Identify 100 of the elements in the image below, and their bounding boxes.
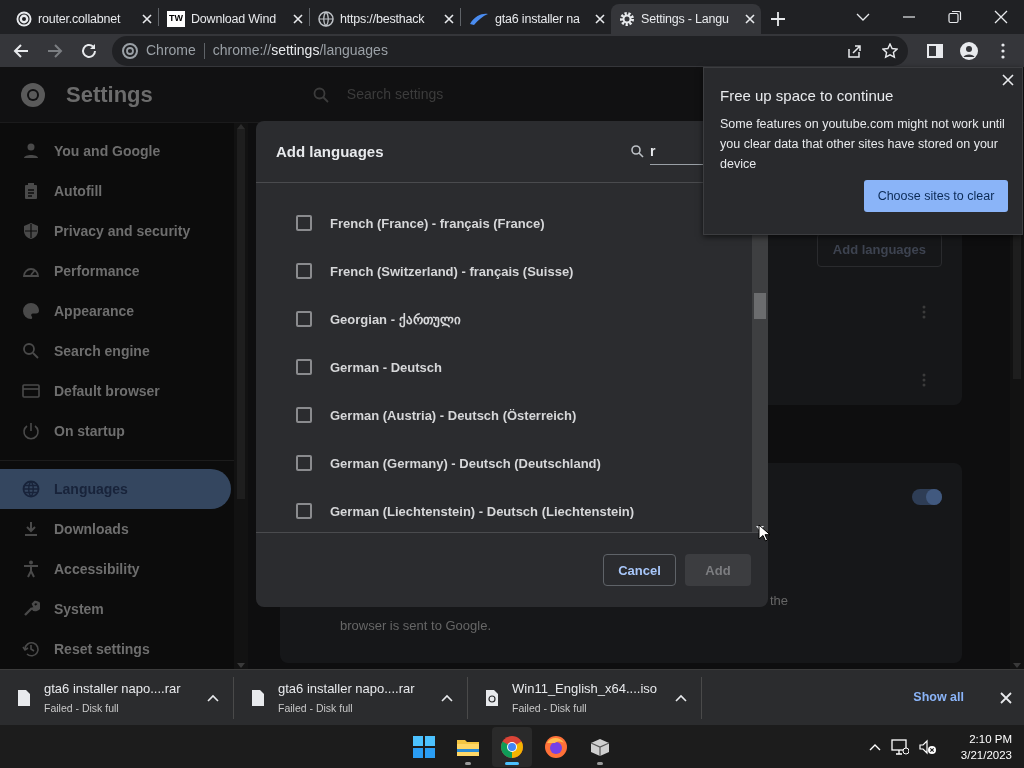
download-icon	[22, 520, 40, 539]
mouse-cursor-icon	[758, 524, 770, 543]
speaker-muted-icon[interactable]	[918, 738, 937, 755]
close-icon[interactable]	[293, 14, 303, 24]
close-icon[interactable]	[1000, 691, 1012, 704]
download-item[interactable]: gta6 installer napo....rar Failed - Disk full	[234, 676, 468, 719]
scrollbar[interactable]	[234, 123, 248, 670]
close-icon[interactable]	[1002, 74, 1014, 87]
browser-window-icon	[22, 382, 40, 401]
globe-icon	[22, 480, 40, 499]
forward-arrow-icon[interactable]	[46, 41, 64, 60]
show-all-link[interactable]: Show all	[907, 687, 970, 709]
chevron-up-icon[interactable]	[675, 693, 687, 702]
language-label[interactable]: French (Switzerland) - français (Suisse)	[330, 261, 574, 282]
download-status: Failed - Disk full	[44, 701, 120, 717]
windows-logo-icon	[412, 734, 436, 759]
popup-title: Free up space to continue	[720, 86, 895, 107]
popup-message: Some features on youtube.com might not work until you clear data that other sites have stored on your device	[720, 115, 1006, 173]
close-icon[interactable]	[745, 14, 755, 24]
share-icon[interactable]	[846, 42, 862, 59]
chevron-up-icon[interactable]	[207, 693, 219, 702]
power-icon	[22, 422, 40, 441]
toggle-switch[interactable]	[912, 489, 942, 506]
restore-icon[interactable]	[948, 10, 962, 24]
person-icon	[22, 142, 40, 161]
network-monitor-icon[interactable]	[890, 738, 909, 755]
sidebar-item[interactable]: Reset settings	[0, 629, 231, 670]
profile-icon[interactable]	[960, 41, 978, 60]
checkbox[interactable]	[296, 311, 312, 328]
sidebar-item[interactable]: On startup	[0, 411, 231, 452]
close-icon[interactable]	[994, 10, 1008, 24]
sidebar-item[interactable]: Accessibility	[0, 549, 231, 590]
sidebar-item[interactable]: Default browser	[0, 371, 231, 412]
sidebar-item[interactable]: You and Google	[0, 131, 231, 172]
radio-waves-icon	[16, 11, 32, 27]
scrollbar-thumb[interactable]	[237, 129, 245, 500]
site-logo: TW	[167, 11, 185, 27]
star-icon[interactable]	[882, 42, 898, 59]
clock-time[interactable]: 2:10 PM	[969, 730, 1012, 747]
download-status: Failed - Disk full	[278, 701, 354, 717]
checkbox[interactable]	[296, 455, 312, 472]
url-text: chrome://settings/languages	[212, 41, 388, 61]
download-item[interactable]: gta6 installer napo....rar Failed - Disk full	[0, 676, 234, 719]
scrollbar-thumb[interactable]	[754, 293, 766, 320]
sidebar-item[interactable]: System	[0, 589, 231, 630]
browser-tab[interactable]: https://besthack	[310, 4, 460, 34]
language-label[interactable]: German - Deutsch	[330, 357, 442, 378]
globe-icon	[318, 11, 334, 27]
language-label[interactable]: German (Austria) - Deutsch (Österreich)	[330, 405, 577, 426]
accessibility-icon	[22, 560, 40, 579]
file-name: gta6 installer napo....rar	[278, 679, 416, 698]
sidebar-item[interactable]: Privacy and security	[0, 211, 231, 252]
dialog-title: Add languages	[276, 141, 384, 162]
sidebar-item[interactable]: Performance	[0, 251, 231, 292]
file-icon	[252, 689, 264, 706]
chevron-up-icon[interactable]	[441, 693, 453, 702]
checkbox[interactable]	[296, 407, 312, 424]
file-name: gta6 installer napo....rar	[44, 679, 182, 698]
shield-icon	[22, 222, 40, 241]
taskbar-app[interactable]	[492, 726, 532, 767]
checkbox[interactable]	[296, 503, 312, 520]
browser-tab[interactable]: gta6 installer na	[461, 4, 611, 34]
download-status: Failed - Disk full	[512, 701, 588, 717]
clock-date[interactable]: 3/21/2023	[960, 746, 1012, 763]
file-name: Win11_English_x64....iso	[512, 679, 658, 698]
language-label[interactable]: Georgian - ქართული	[330, 309, 461, 330]
language-label[interactable]: German (Liechtenstein) - Deutsch (Liechtenstein)	[330, 501, 635, 522]
chrome-logo-icon	[500, 734, 524, 759]
side-panel-icon[interactable]	[926, 41, 944, 60]
language-label[interactable]: French (France) - français (France)	[330, 213, 545, 234]
language-label[interactable]: German (Germany) - Deutsch (Deutschland)	[330, 453, 601, 474]
description-text: the	[770, 592, 790, 611]
settings-logo-icon	[20, 81, 46, 108]
close-icon[interactable]	[595, 14, 605, 24]
checkbox[interactable]	[296, 359, 312, 376]
sidebar-item[interactable]: Appearance	[0, 291, 231, 332]
choose-sites-button[interactable]: Choose sites to clear	[864, 179, 1008, 212]
sidebar-item[interactable]: Search engine	[0, 331, 231, 372]
search-icon	[22, 342, 40, 361]
clipboard-icon	[22, 182, 40, 201]
browser-tab[interactable]: Settings - Langu	[611, 4, 761, 34]
sidebar-item[interactable]: Autofill	[0, 171, 231, 212]
cancel-button[interactable]: Cancel	[603, 554, 676, 587]
close-icon[interactable]	[444, 14, 454, 24]
plus-icon[interactable]	[771, 12, 785, 26]
browser-tab[interactable]: router.collabnet	[8, 4, 158, 34]
disc-file-icon	[486, 689, 498, 706]
firefox-logo-icon	[544, 734, 568, 759]
reload-icon[interactable]	[80, 41, 98, 60]
checkbox[interactable]	[296, 263, 312, 280]
description-text: browser is sent to Google.	[340, 616, 493, 635]
download-item[interactable]: Win11_English_x64....iso Failed - Disk full	[468, 676, 702, 719]
browser-tab[interactable]: TW Download Wind	[159, 4, 309, 34]
address-bar[interactable]: Chrome chrome://settings/languages	[112, 35, 908, 66]
gear-icon	[619, 11, 635, 27]
close-icon[interactable]	[142, 14, 152, 24]
sidebar-item[interactable]: Downloads	[0, 509, 231, 550]
file-icon	[18, 689, 30, 706]
back-arrow-icon[interactable]	[12, 41, 30, 60]
checkbox[interactable]	[296, 215, 312, 232]
